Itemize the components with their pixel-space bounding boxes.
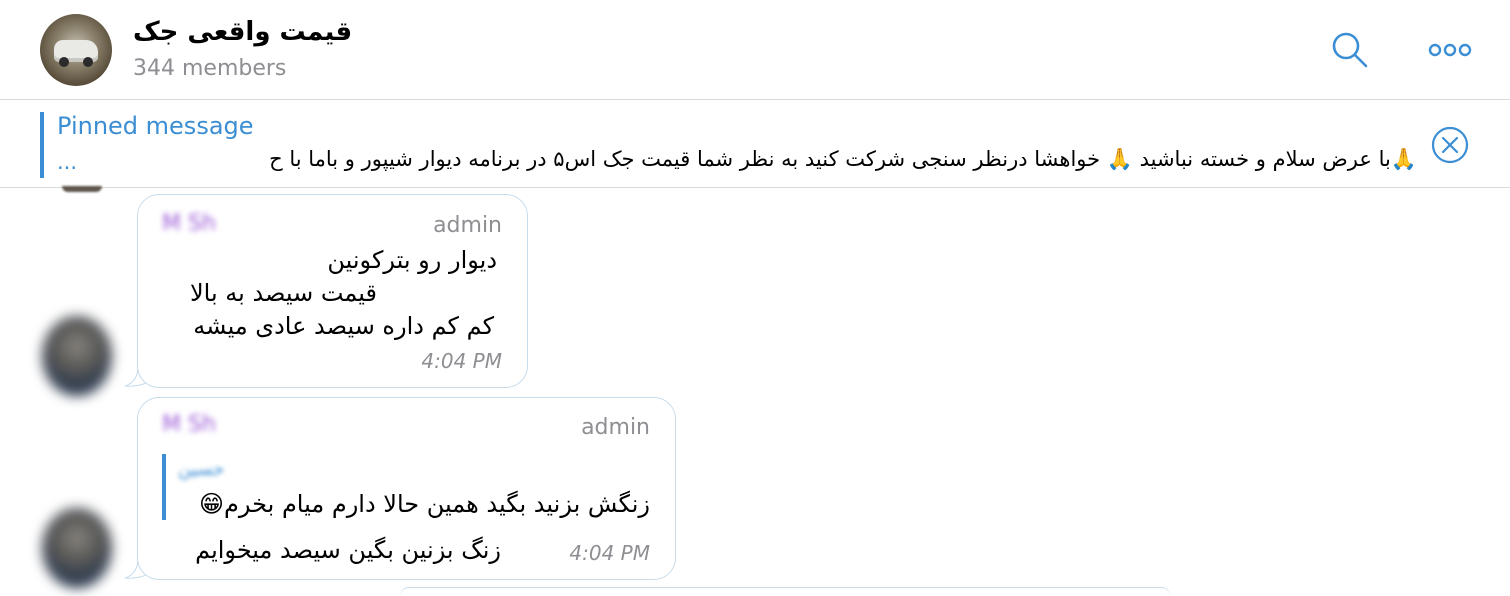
car-image	[54, 40, 98, 67]
reply-sender-name[interactable]: حسین	[178, 459, 224, 480]
pinned-message-bar[interactable]: Pinned message 🙏با عرض سلام و خسته نباشی…	[0, 100, 1510, 188]
admin-label: admin	[433, 213, 502, 238]
sender-name[interactable]: M Sh	[162, 211, 216, 236]
member-count: 344 members	[133, 56, 287, 81]
admin-label: admin	[581, 415, 650, 440]
message-time: 4:04 PM	[421, 349, 502, 373]
reply-accent-bar	[162, 454, 166, 520]
message-line: کم کم داره سیصد عادی میشه	[193, 312, 494, 340]
message-line: زنگ بزنین بگین سیصد میخوایم	[195, 536, 501, 564]
sender-avatar[interactable]	[42, 508, 112, 588]
pinned-ellipsis: ...	[57, 150, 78, 174]
reply-text[interactable]: زنگش بزنید بگید همین حالا دارم میام بخرم…	[199, 490, 650, 518]
chat-title[interactable]: قیمت واقعی جک	[133, 17, 352, 47]
sender-name[interactable]: M Sh	[162, 412, 216, 437]
message-bubble[interactable]: M Sh admin حسین زنگش بزنید بگید همین حال…	[137, 397, 676, 580]
message-line: قیمت سیصد به بالا	[189, 279, 377, 307]
chat-header: قیمت واقعی جک 344 members	[0, 0, 1510, 100]
close-icon[interactable]	[1431, 126, 1469, 164]
group-avatar[interactable]	[40, 14, 112, 86]
next-message-bubble-edge	[400, 587, 1170, 596]
message-time: 4:04 PM	[569, 541, 650, 565]
search-icon[interactable]	[1330, 30, 1370, 70]
sender-avatar[interactable]	[42, 316, 112, 396]
pinned-text: 🙏با عرض سلام و خسته نباشید 🙏 خواهشا درنظ…	[269, 147, 1417, 171]
message-bubble[interactable]: M Sh admin دیوار رو بترکونین قیمت سیصد ب…	[137, 194, 528, 388]
pinned-accent-bar	[40, 112, 44, 178]
more-icon[interactable]	[1428, 38, 1472, 62]
avatar-fragment	[62, 186, 102, 192]
pinned-title: Pinned message	[57, 112, 254, 140]
message-line: دیوار رو بترکونین	[327, 246, 497, 274]
